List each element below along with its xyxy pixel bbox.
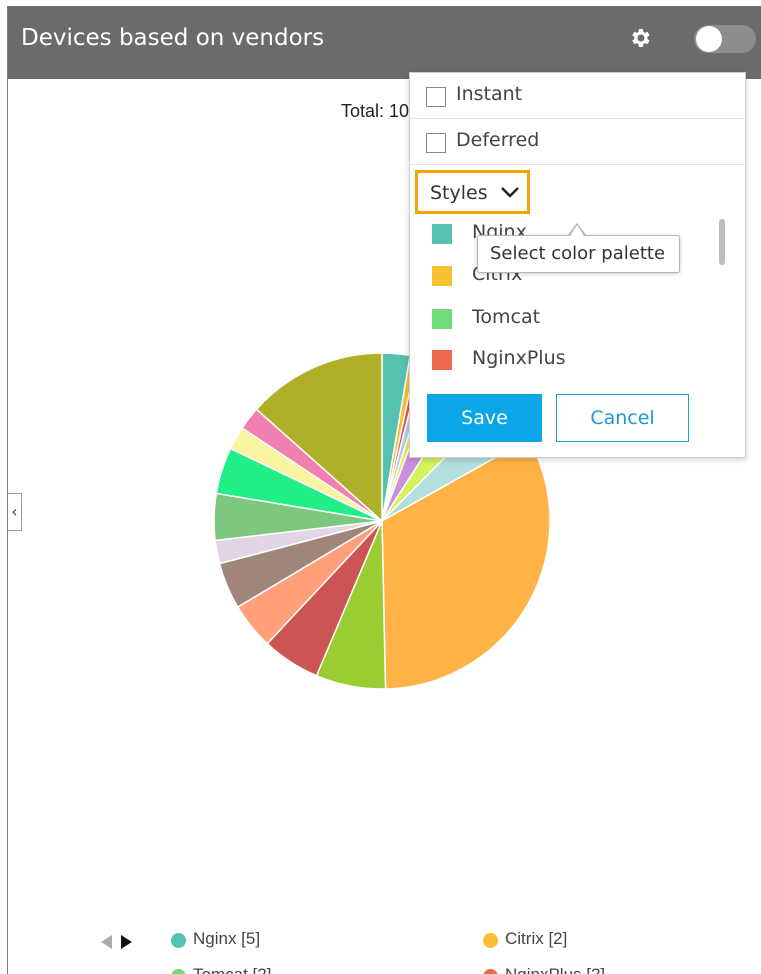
- palette-scrollbar[interactable]: [719, 219, 725, 265]
- palette-swatch: [432, 350, 452, 370]
- tooltip-text: Select color palette: [490, 243, 666, 264]
- legend-label: Citrix [2]: [505, 929, 568, 948]
- chevron-left-icon[interactable]: ‹: [8, 493, 22, 531]
- option-deferred[interactable]: Deferred: [410, 119, 745, 165]
- palette-name: Tomcat: [472, 306, 541, 328]
- legend-label: Nginx [5]: [193, 929, 261, 948]
- legend-label: Tomcat [2]: [193, 965, 271, 974]
- settings-popup: Instant Deferred Styles Nginx Citrix Tom: [409, 72, 746, 458]
- legend-dot: [171, 933, 186, 948]
- option-label: Instant: [456, 83, 523, 105]
- legend-pager: [98, 932, 138, 952]
- styles-label: Styles: [430, 182, 488, 204]
- palette-swatch: [432, 224, 452, 244]
- cancel-button[interactable]: Cancel: [556, 394, 689, 442]
- legend-next-icon[interactable]: [121, 935, 132, 949]
- palette-swatch: [432, 266, 452, 286]
- palette-tooltip: Select color palette: [477, 235, 680, 273]
- save-button[interactable]: Save: [427, 394, 542, 442]
- instant-checkbox[interactable]: [426, 87, 446, 107]
- legend-dot: [483, 933, 498, 948]
- styles-dropdown[interactable]: Styles: [415, 170, 530, 214]
- deferred-checkbox[interactable]: [426, 133, 446, 153]
- tooltip-arrow-fill: [570, 225, 584, 236]
- palette-name: NginxPlus: [472, 347, 566, 369]
- option-instant[interactable]: Instant: [410, 73, 745, 119]
- widget-panel: Devices based on vendors Total: 10 ‹ Ngi…: [7, 6, 761, 974]
- palette-swatch: [432, 309, 452, 329]
- legend-prev-icon[interactable]: [101, 935, 112, 949]
- legend-label: NginxPlus [2]: [505, 965, 605, 974]
- option-label: Deferred: [456, 129, 540, 151]
- chevron-down-icon: [501, 187, 519, 198]
